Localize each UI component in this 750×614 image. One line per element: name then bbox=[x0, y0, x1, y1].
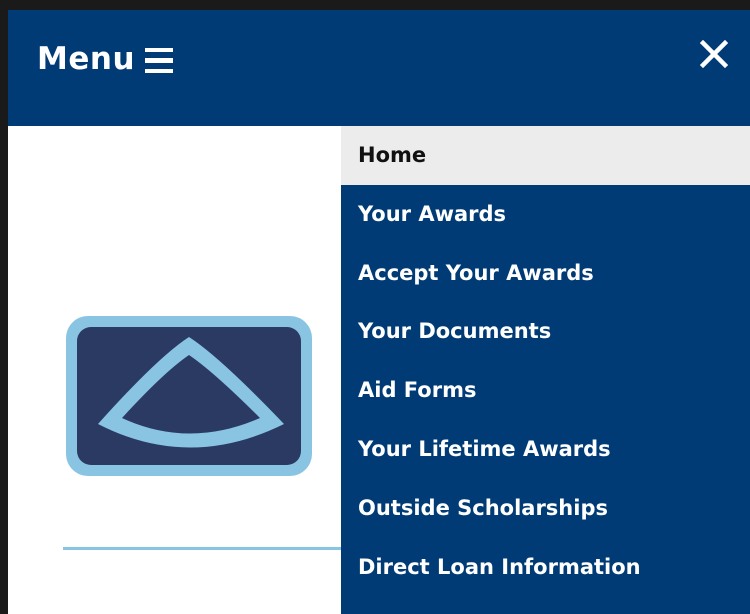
menu-label: Menu bbox=[37, 41, 136, 77]
hamburger-icon bbox=[145, 47, 174, 74]
nav-item-direct-loan-information[interactable]: Direct Loan Information bbox=[341, 538, 750, 597]
nav-item-outside-scholarships[interactable]: Outside Scholarships bbox=[341, 479, 750, 538]
nav-dropdown: Home Your Awards Accept Your Awards Your… bbox=[341, 126, 750, 614]
app-window: Menu Home Your Awards Accept Your Awards bbox=[8, 10, 750, 614]
nav-item-aid-forms[interactable]: Aid Forms bbox=[341, 361, 750, 420]
content-divider bbox=[63, 547, 363, 550]
nav-item-accept-your-awards[interactable]: Accept Your Awards bbox=[341, 244, 750, 303]
close-icon[interactable] bbox=[699, 39, 729, 69]
nav-item-home[interactable]: Home bbox=[341, 126, 750, 185]
nav-item-your-awards[interactable]: Your Awards bbox=[341, 185, 750, 244]
nav-item-your-lifetime-awards[interactable]: Your Lifetime Awards bbox=[341, 420, 750, 479]
menu-toggle-button[interactable]: Menu bbox=[37, 41, 174, 77]
nav-item-your-documents[interactable]: Your Documents bbox=[341, 302, 750, 361]
logo-icon bbox=[63, 313, 315, 479]
header-bar: Menu bbox=[8, 10, 750, 126]
